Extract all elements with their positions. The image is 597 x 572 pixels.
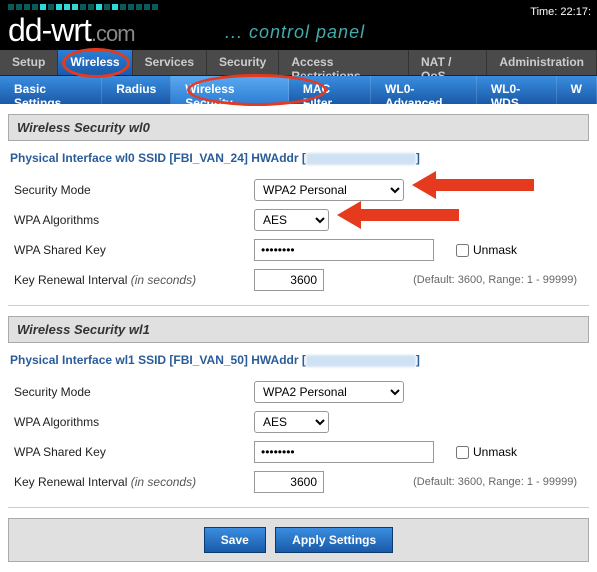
iface-suffix: ]: [416, 353, 420, 367]
row-security-mode-wl1: Security Mode WPA2 Personal: [14, 377, 583, 407]
label-security-mode: Security Mode: [14, 385, 254, 399]
row-shared-key-wl0: WPA Shared Key Unmask: [14, 235, 583, 265]
tab-administration[interactable]: Administration: [487, 50, 597, 75]
form-wl1: Security Mode WPA2 Personal WPA Algorith…: [8, 375, 589, 508]
label-security-mode: Security Mode: [14, 183, 254, 197]
sub-tabs: Basic Settings Radius Wireless Security …: [0, 76, 597, 104]
logo-suffix: .com: [91, 21, 135, 46]
header-bar: dd-wrt.com ... control panel Time: 22:17…: [0, 0, 597, 50]
unmask-label: Unmask: [473, 243, 517, 257]
row-key-renewal-wl0: Key Renewal Interval (in seconds) (Defau…: [14, 265, 583, 295]
subtab-wireless-security[interactable]: Wireless Security: [171, 76, 289, 104]
select-security-mode-wl0[interactable]: WPA2 Personal: [254, 179, 404, 201]
row-wpa-algo-wl0: WPA Algorithms AES: [14, 205, 583, 235]
iface-ssid: FBI_VAN_24: [173, 151, 243, 165]
label-key-renewal: Key Renewal Interval (in seconds): [14, 273, 254, 287]
row-key-renewal-wl1: Key Renewal Interval (in seconds) (Defau…: [14, 467, 583, 497]
input-shared-key-wl1[interactable]: [254, 441, 434, 463]
annotation-arrow-2: [359, 209, 459, 221]
save-button[interactable]: Save: [204, 527, 266, 553]
mac-address-redacted: [306, 355, 416, 367]
mac-address-redacted: [306, 153, 416, 165]
iface-prefix: Physical Interface wl1 SSID [: [10, 353, 173, 367]
select-wpa-algo-wl0[interactable]: AES: [254, 209, 329, 231]
iface-mid: ] HWAddr [: [244, 151, 306, 165]
form-wl0: Security Mode WPA2 Personal WPA Algorith…: [8, 173, 589, 306]
subtab-wl0-advanced[interactable]: WL0-Advanced: [371, 76, 477, 104]
row-shared-key-wl1: WPA Shared Key Unmask: [14, 437, 583, 467]
subtab-wl0-wds[interactable]: WL0-WDS: [477, 76, 557, 104]
input-key-renewal-wl0[interactable]: [254, 269, 324, 291]
label-shared-key: WPA Shared Key: [14, 243, 254, 257]
select-security-mode-wl1[interactable]: WPA2 Personal: [254, 381, 404, 403]
annotation-arrow-1: [434, 179, 534, 191]
main-tabs: Setup Wireless Services Security Access …: [0, 50, 597, 76]
checkbox-unmask-wl0[interactable]: [456, 244, 469, 257]
unmask-wrap-wl0[interactable]: Unmask: [456, 243, 517, 257]
iface-suffix: ]: [416, 151, 420, 165]
row-security-mode-wl0: Security Mode WPA2 Personal: [14, 175, 583, 205]
hint-key-renewal: (Default: 3600, Range: 1 - 99999): [413, 476, 577, 488]
tab-setup[interactable]: Setup: [0, 50, 58, 75]
iface-ssid: FBI_VAN_50: [173, 353, 243, 367]
logo: dd-wrt.com: [8, 12, 135, 49]
iface-mid: ] HWAddr [: [244, 353, 306, 367]
label-shared-key: WPA Shared Key: [14, 445, 254, 459]
tab-security[interactable]: Security: [207, 50, 279, 75]
hint-key-renewal: (Default: 3600, Range: 1 - 99999): [413, 274, 577, 286]
tab-nat-qos[interactable]: NAT / QoS: [409, 50, 487, 75]
section-header-wl1: Wireless Security wl1: [8, 316, 589, 343]
tab-services[interactable]: Services: [133, 50, 207, 75]
interface-header-wl1: Physical Interface wl1 SSID [FBI_VAN_50]…: [8, 349, 589, 375]
button-bar: Save Apply Settings: [8, 518, 589, 562]
logo-dots: [8, 0, 597, 10]
subtab-overflow[interactable]: W: [557, 76, 597, 104]
row-wpa-algo-wl1: WPA Algorithms AES: [14, 407, 583, 437]
interface-header-wl0: Physical Interface wl0 SSID [FBI_VAN_24]…: [8, 147, 589, 173]
content-area: Wireless Security wl0 Physical Interface…: [0, 104, 597, 572]
subtab-radius[interactable]: Radius: [102, 76, 171, 104]
logo-text: dd-wrt: [8, 12, 91, 48]
checkbox-unmask-wl1[interactable]: [456, 446, 469, 459]
subtab-basic-settings[interactable]: Basic Settings: [0, 76, 102, 104]
tab-access-restrictions[interactable]: Access Restrictions: [279, 50, 409, 75]
label-key-renewal: Key Renewal Interval (in seconds): [14, 475, 254, 489]
input-key-renewal-wl1[interactable]: [254, 471, 324, 493]
tab-wireless[interactable]: Wireless: [58, 50, 132, 75]
input-shared-key-wl0[interactable]: [254, 239, 434, 261]
time-display: Time: 22:17:: [530, 6, 591, 18]
apply-settings-button[interactable]: Apply Settings: [275, 527, 393, 553]
label-wpa-algo: WPA Algorithms: [14, 415, 254, 429]
subtitle: ... control panel: [225, 22, 365, 43]
section-header-wl0: Wireless Security wl0: [8, 114, 589, 141]
unmask-wrap-wl1[interactable]: Unmask: [456, 445, 517, 459]
select-wpa-algo-wl1[interactable]: AES: [254, 411, 329, 433]
iface-prefix: Physical Interface wl0 SSID [: [10, 151, 173, 165]
label-wpa-algo: WPA Algorithms: [14, 213, 254, 227]
unmask-label: Unmask: [473, 445, 517, 459]
subtab-mac-filter[interactable]: MAC Filter: [289, 76, 371, 104]
